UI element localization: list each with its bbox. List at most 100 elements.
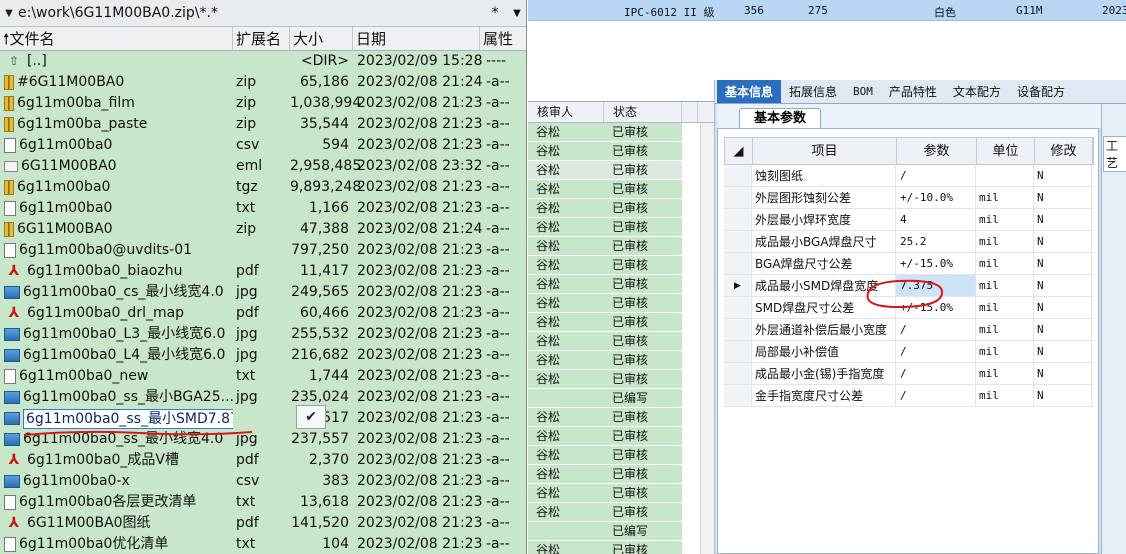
file-size: 104 xyxy=(322,536,349,552)
col-header-size[interactable]: 大小 xyxy=(290,27,353,50)
file-row[interactable]: 6g11m00ba0@uvdits-01 797,250 2023/02/08 21… xyxy=(0,240,526,261)
file-row[interactable]: 6g11m00ba0_cs_最小线宽4.0 jpg 249,565 2023/02/0… xyxy=(0,282,526,303)
file-row[interactable]: 6G11M00BA0 zip 47,388 2023/02/08 21:24 -a-- xyxy=(0,219,526,240)
file-row[interactable]: ⇧ [..] <DIR> 2023/02/09 15:28 ---- xyxy=(0,51,526,72)
file-name: 6g11m00ba0_ss_最小BGA25... xyxy=(23,389,233,405)
review-row[interactable]: 谷松 已审核 xyxy=(528,465,714,484)
file-row[interactable]: ⅄ 6g11m00ba0_drl_map pdf 60,466 2023/02/08 2… xyxy=(0,303,526,324)
param-row[interactable]: 局部最小补偿值 / mil N xyxy=(724,341,1094,363)
file-name: 6g11m00ba0_L4_最小线宽6.0 xyxy=(23,347,226,363)
param-row[interactable]: 成品最小金(锡)手指宽度 / mil N xyxy=(724,363,1094,385)
tab-equipment-recipe[interactable]: 设备配方 xyxy=(1009,80,1073,103)
file-row[interactable]: #6G11M00BA0 zip 65,186 2023/02/08 21:24 -a-- xyxy=(0,72,526,93)
review-row[interactable]: 谷松 已审核 xyxy=(528,161,714,180)
review-row[interactable]: 已编写 xyxy=(528,522,714,541)
file-date: 2023/02/08 21:23 xyxy=(357,326,483,342)
param-row[interactable]: 蚀刻图纸 / N xyxy=(724,165,1094,187)
param-value[interactable]: +/-10.0% xyxy=(896,187,976,208)
col-header-value[interactable]: 参数 xyxy=(897,138,977,164)
review-row[interactable]: 谷松 已审核 xyxy=(528,199,714,218)
vertical-scrollbar[interactable] xyxy=(700,123,714,554)
tab-extended-info[interactable]: 拓展信息 xyxy=(781,80,845,103)
review-row[interactable]: 谷松 已审核 xyxy=(528,142,714,161)
review-row[interactable]: 谷松 已审核 xyxy=(528,275,714,294)
review-row[interactable]: 谷松 已审核 xyxy=(528,256,714,275)
review-row[interactable]: 谷松 已审核 xyxy=(528,446,714,465)
file-row[interactable]: 6g11m00ba0 tgz 9,893,248 2023/02/08 21:23 -a… xyxy=(0,177,526,198)
file-row[interactable]: 6g11m00ba0_ss_最小BGA25... jpg 235,024 2023/0… xyxy=(0,387,526,408)
file-row[interactable]: 6g11m00ba0优化清单 txt 104 2023/02/08 21:23 -a-- xyxy=(0,534,526,554)
subtab-basic-params[interactable]: 基本参数 xyxy=(739,108,822,128)
review-row[interactable]: 谷松 已审核 xyxy=(528,332,714,351)
file-row[interactable]: 6g11m00ba0_L3_最小线宽6.0 jpg 255,532 2023/02/0… xyxy=(0,324,526,345)
file-row[interactable]: ⅄ 6g11m00ba0_biaozhu pdf 11,417 2023/02/08 2… xyxy=(0,261,526,282)
param-value[interactable]: 25.2 xyxy=(896,231,976,252)
file-row[interactable]: 6g11m00ba0-x csv 383 2023/02/08 21:23 -a-- xyxy=(0,471,526,492)
review-row[interactable]: 谷松 已审核 xyxy=(528,408,714,427)
col-header-modify[interactable]: 修改 xyxy=(1035,138,1093,164)
review-row[interactable]: 谷松 已审核 xyxy=(528,218,714,237)
param-row[interactable]: 外层最小焊环宽度 4 mil N xyxy=(724,209,1094,231)
col-header-name[interactable]: 🠕文件名 xyxy=(0,27,233,50)
tab-bom[interactable]: BOM xyxy=(845,80,881,103)
param-row[interactable]: 金手指宽度尺寸公差 / mil N xyxy=(724,385,1094,407)
file-row[interactable]: ⅄ 6G11M00BA0图纸 pdf 141,520 2023/02/08 21:23-… xyxy=(0,513,526,534)
review-row[interactable]: 谷松 已审核 xyxy=(528,503,714,522)
history-dropdown-icon[interactable]: ▼ xyxy=(507,8,526,19)
tab-text-recipe[interactable]: 文本配方 xyxy=(945,80,1009,103)
zip-icon xyxy=(4,96,14,111)
review-row[interactable]: 谷松 已审核 xyxy=(528,370,714,389)
value-cell: 275 xyxy=(808,4,828,17)
file-row[interactable]: 6g11m00ba0各层更改清单 txt 13,618 2023/02/08 21:2… xyxy=(0,492,526,513)
review-row[interactable]: 谷松 已审核 xyxy=(528,237,714,256)
param-value[interactable]: / xyxy=(896,341,976,362)
review-row[interactable]: 谷松 已审核 xyxy=(528,313,714,332)
top-record-strip[interactable]: IPC-6012 II 级 356 275 白色 G11M 2023 xyxy=(528,0,1126,21)
tab-basic-info[interactable]: 基本信息 xyxy=(717,80,782,103)
path-bar[interactable]: ▼ e:\work\6G11M00BA0.zip\*.* * ▼ xyxy=(0,0,526,27)
status-cell: 已编写 xyxy=(604,389,682,407)
param-value[interactable]: / xyxy=(896,319,976,340)
file-row[interactable]: 6g11m00ba0 txt 1,166 2023/02/08 21:23 -a-- xyxy=(0,198,526,219)
file-date: 2023/02/08 21:23 xyxy=(357,179,483,195)
review-row[interactable]: 谷松 已审核 xyxy=(528,541,714,554)
col-header-item[interactable]: 项目 xyxy=(753,138,897,164)
file-row[interactable]: 6G11M00BA0 eml 2,958,485 2023/02/08 23:32 -a… xyxy=(0,156,526,177)
param-value[interactable]: 4 xyxy=(896,209,976,230)
file-row[interactable]: 6g11m00ba0_L4_最小线宽6.0 jpg 216,682 2023/02/0… xyxy=(0,345,526,366)
col-header-unit[interactable]: 单位 xyxy=(977,138,1035,164)
review-row[interactable]: 谷松 已审核 xyxy=(528,484,714,503)
review-row[interactable]: 谷松 已审核 xyxy=(528,180,714,199)
file-row[interactable]: ⅄ 6g11m00ba0_成品V槽 pdf 2,370 2023/02/08 21:23… xyxy=(0,450,526,471)
file-row[interactable]: 6g11m00ba0 csv 594 2023/02/08 21:23 -a-- xyxy=(0,135,526,156)
param-row[interactable]: 外层图形蚀刻公差 +/-10.0% mil N xyxy=(724,187,1094,209)
param-row[interactable]: 成品最小BGA焊盘尺寸 25.2 mil N xyxy=(724,231,1094,253)
param-row[interactable]: 外层通道补偿后最小宽度 / mil N xyxy=(724,319,1094,341)
col-header-attr[interactable]: 属性 xyxy=(480,27,526,50)
col-header-date[interactable]: 日期 xyxy=(353,27,480,50)
review-row[interactable]: 谷松 已审核 xyxy=(528,123,714,142)
file-attr: -a-- xyxy=(486,137,510,153)
tab-process[interactable]: 工艺 xyxy=(1103,136,1126,172)
filter-star[interactable]: * xyxy=(483,5,507,21)
file-row[interactable]: 6g11m00ba_paste zip 35,544 2023/02/08 21:23… xyxy=(0,114,526,135)
param-row[interactable]: BGA焊盘尺寸公差 +/-15.0% mil N xyxy=(724,253,1094,275)
param-value[interactable]: / xyxy=(896,363,976,384)
status-cell: 已审核 xyxy=(604,180,682,198)
col-header-reviewer[interactable]: 核审人 xyxy=(528,102,604,122)
col-header-ext[interactable]: 扩展名 xyxy=(233,27,290,50)
param-value[interactable]: / xyxy=(896,385,976,406)
file-row[interactable]: 6g11m00ba0_new txt 1,744 2023/02/08 21:23 -a… xyxy=(0,366,526,387)
review-row[interactable]: 谷松 已审核 xyxy=(528,427,714,446)
tab-product-features[interactable]: 产品特性 xyxy=(881,80,945,103)
review-row[interactable]: 已编写 xyxy=(528,389,714,408)
file-row[interactable]: 6g11m00ba_film zip 1,038,994 2023/02/08 21:… xyxy=(0,93,526,114)
review-row[interactable]: 谷松 已审核 xyxy=(528,351,714,370)
review-row[interactable]: 谷松 已审核 xyxy=(528,294,714,313)
col-header-status[interactable]: 状态 xyxy=(604,102,682,122)
chevron-down-icon[interactable]: ▼ xyxy=(0,8,18,19)
file-size: 1,166 xyxy=(308,200,349,216)
param-value[interactable]: / xyxy=(896,165,976,186)
confirm-rename-button[interactable]: ✔ xyxy=(296,405,326,429)
param-value[interactable]: +/-15.0% xyxy=(896,253,976,274)
